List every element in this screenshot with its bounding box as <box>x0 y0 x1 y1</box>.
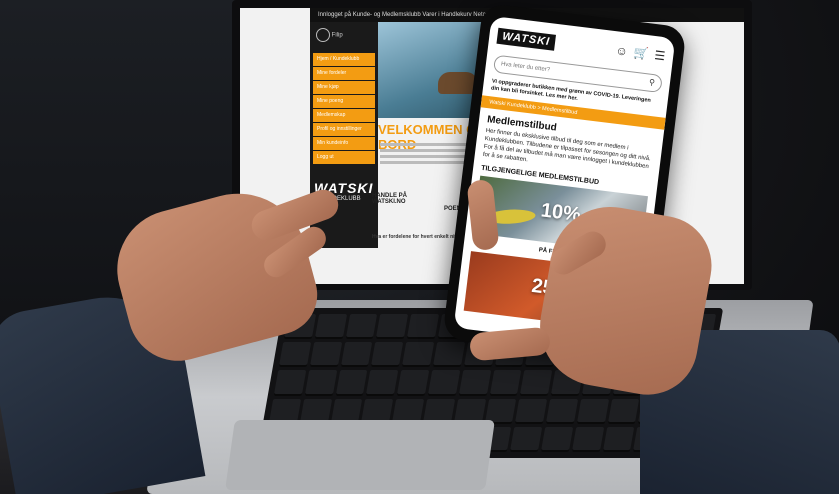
keyboard-key <box>427 370 460 396</box>
keyboard-key <box>489 370 522 396</box>
keyboard-key <box>371 342 404 368</box>
keyboard-key <box>340 342 373 368</box>
keyboard-key <box>458 370 491 396</box>
search-placeholder: Hva leter du etter? <box>500 61 551 74</box>
keyboard-key <box>571 426 604 452</box>
keyboard-key <box>540 426 574 452</box>
keyboard-key <box>520 370 553 396</box>
menu-icon[interactable]: ☰ <box>654 48 666 63</box>
keyboard-key <box>510 426 543 452</box>
laptop-user-label: Filip <box>331 32 343 39</box>
keyboard-key <box>366 370 399 396</box>
keyboard-key <box>278 342 311 368</box>
trackpad[interactable] <box>225 420 495 490</box>
laptop-faq[interactable]: Hva er fordelene for hvert enkelt nivå? <box>372 234 463 240</box>
sidebar-item[interactable]: Min kundeinfo <box>313 137 375 150</box>
sidebar-item[interactable]: Mine poeng <box>313 95 375 108</box>
sidebar-item[interactable]: Mine kjøp <box>313 81 375 94</box>
keyboard-key <box>576 398 609 424</box>
laptop-user[interactable]: Filip <box>310 22 378 52</box>
keyboard-key <box>273 370 307 396</box>
keyboard-key <box>314 314 347 340</box>
keyboard-key <box>432 342 465 368</box>
keyboard-key <box>335 370 368 396</box>
photo-scene: Innlogget på Kunde- og Medlemsklubb Vare… <box>0 0 839 494</box>
sidebar-item[interactable]: Mine fordeler <box>313 67 375 80</box>
laptop-step-shop: HANDLE PÅ WATSKI.NO <box>372 193 408 205</box>
sidebar-item[interactable]: Medlemskap <box>313 109 375 122</box>
sidebar-item[interactable]: Logg ut <box>313 151 375 164</box>
sidebar-item[interactable]: Hjem / Kundeklubb <box>313 53 375 66</box>
cart-icon[interactable]: 🛒 <box>633 46 650 62</box>
search-icon[interactable]: ⚲ <box>648 75 656 92</box>
phone-header-icons: ☺ 🛒 ☰ <box>615 43 666 63</box>
keyboard-key <box>304 370 337 396</box>
keyboard-key <box>607 398 640 424</box>
sidebar-item[interactable]: Profil og innstillinger <box>313 123 375 136</box>
keyboard-key <box>345 314 378 340</box>
keyboard-key <box>396 370 430 396</box>
phone-logo[interactable]: WATSKI <box>496 27 556 51</box>
keyboard-key <box>376 314 409 340</box>
keyboard-key <box>309 342 342 368</box>
keyboard-key <box>401 342 435 368</box>
keyboard-key <box>602 426 635 452</box>
user-icon[interactable]: ☺ <box>615 43 629 58</box>
user-icon <box>316 28 330 42</box>
keyboard-key <box>406 314 440 340</box>
keyboard-key <box>545 398 579 424</box>
keyboard-key <box>515 398 548 424</box>
